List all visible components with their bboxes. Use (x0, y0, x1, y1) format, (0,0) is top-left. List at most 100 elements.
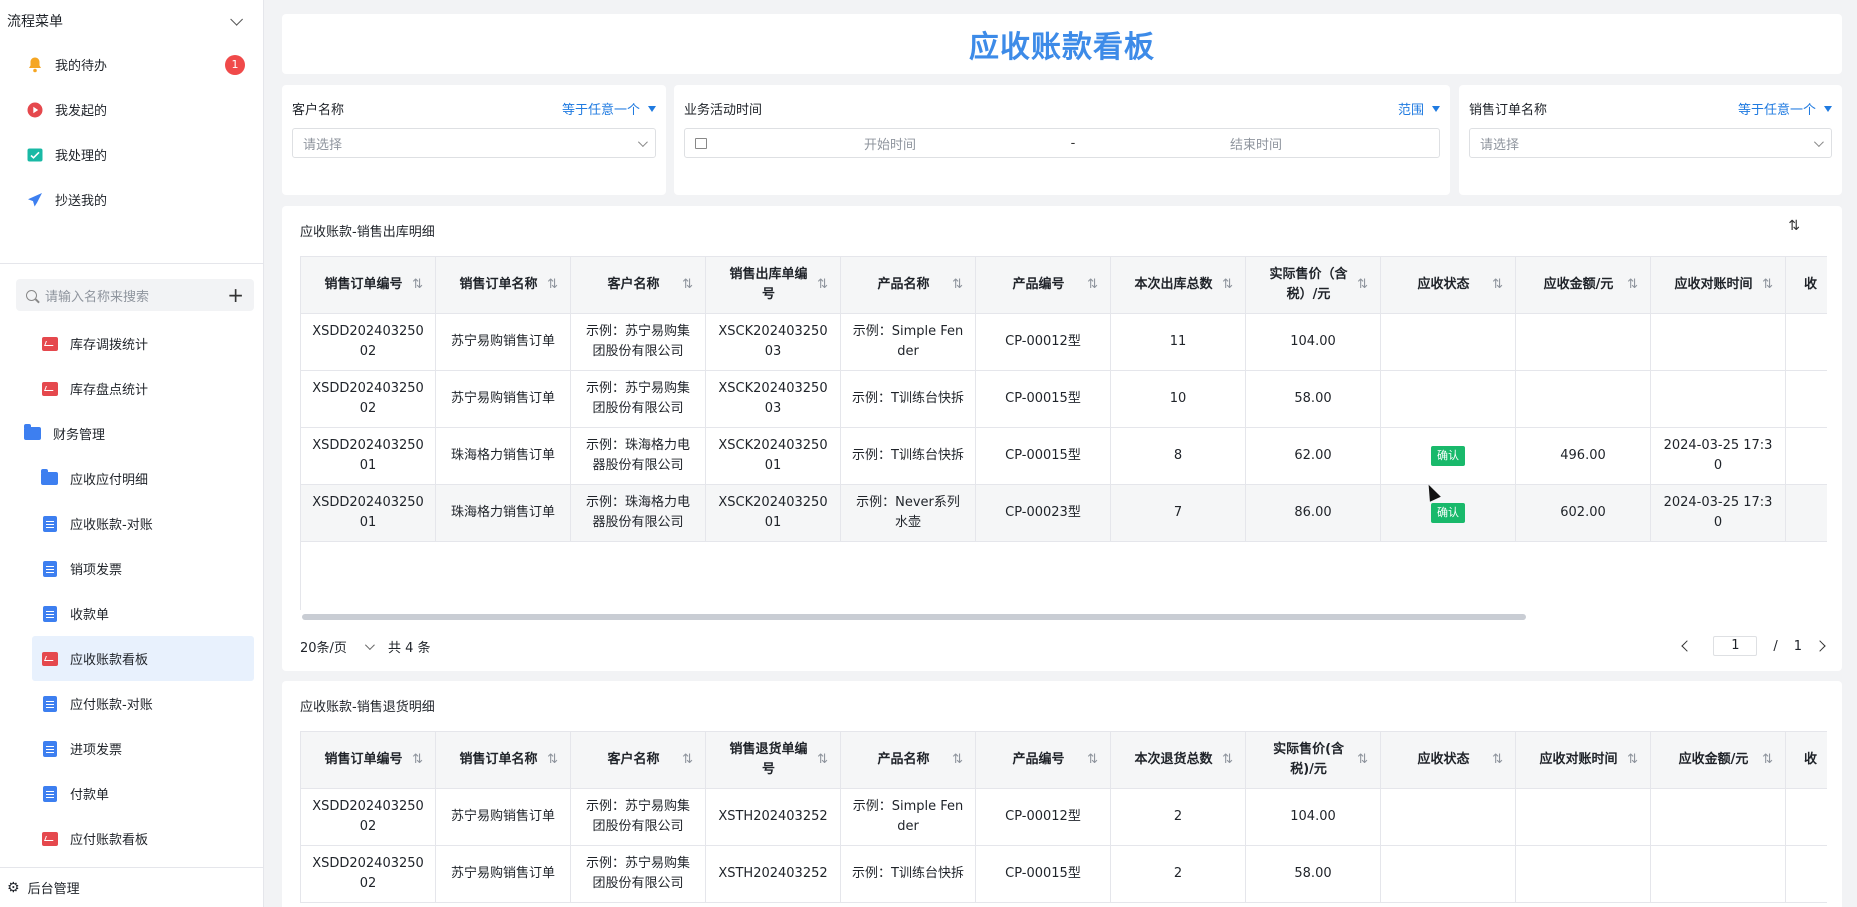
filter-label: 客户名称 (292, 103, 345, 118)
customer-select[interactable]: 请选择 (292, 128, 656, 158)
column-header[interactable]: 产品名称 ⇅ (841, 732, 976, 788)
horizontal-scrollbar[interactable] (302, 614, 1526, 620)
column-header[interactable]: 销售订单名称 ⇅ (436, 732, 571, 788)
column-header[interactable]: 应收金额/元 ⇅ (1516, 257, 1651, 313)
column-header[interactable]: 实际售价(含税)/元 ⇅ (1246, 732, 1381, 788)
column-header[interactable]: 产品编号 ⇅ (976, 257, 1111, 313)
menu-item-ap-reconcile[interactable]: 应付账款-对账 (32, 681, 254, 726)
flow-menu-header[interactable]: 流程菜单 (0, 0, 263, 42)
vertical-scrollbar[interactable] (1845, 0, 1857, 907)
menu-item-ar-reconcile[interactable]: 应收账款-对账 (32, 501, 254, 546)
folder-icon (41, 469, 58, 487)
send-icon (26, 191, 43, 208)
table-cell: 示例：苏宁易购集团股份有限公司 (571, 789, 706, 845)
title-panel: 应收账款看板 (282, 14, 1842, 74)
column-header[interactable]: 产品名称 ⇅ (841, 257, 976, 313)
column-header[interactable]: 实际售价（含税）/元 ⇅ (1246, 257, 1381, 313)
menu-item-inventory-count[interactable]: 库存盘点统计 (32, 366, 254, 411)
column-header[interactable]: 客户名称 ⇅ (571, 257, 706, 313)
sort-icon[interactable]: ⇅ (1788, 218, 1800, 234)
column-header[interactable]: 销售出库单编号 ⇅ (706, 257, 841, 313)
menu-search-input[interactable]: 请输入名称来搜索 (45, 286, 227, 305)
menu-item-input-invoice[interactable]: 进项发票 (32, 726, 254, 771)
document-icon (41, 695, 58, 712)
filter-operator[interactable]: 等于任意一个 (562, 99, 656, 118)
sort-icon: ⇅ (1222, 752, 1233, 767)
column-header[interactable]: 应收对账时间 ⇅ (1651, 257, 1786, 313)
start-date-input[interactable]: 开始时间 (717, 134, 1063, 153)
column-header[interactable]: 收 (1786, 257, 1827, 313)
table-cell (1786, 314, 1827, 370)
table-row[interactable]: XSDD20240325002 苏宁易购销售订单 示例：苏宁易购集团股份有限公司 XS… (301, 846, 1827, 903)
menu-item-receipt[interactable]: 收款单 (32, 591, 254, 636)
table-cell (1651, 314, 1786, 370)
end-date-input[interactable]: 结束时间 (1083, 134, 1429, 153)
menu-item-ar-dashboard[interactable]: 应收账款看板 (32, 636, 254, 681)
prev-page-icon[interactable] (1681, 640, 1693, 652)
select-placeholder: 请选择 (303, 137, 343, 153)
table-cell: 2024-03-25 17:30 (1651, 485, 1786, 541)
flow-item-todo[interactable]: 我的待办 1 (0, 42, 263, 87)
chevron-down-icon[interactable] (230, 12, 243, 26)
table-cell (1786, 428, 1827, 484)
column-header[interactable]: 应收对账时间 ⇅ (1516, 732, 1651, 788)
menu-item-payment[interactable]: 付款单 (32, 771, 254, 816)
column-header[interactable]: 收 (1786, 732, 1827, 788)
menu-item-label: 付款单 (70, 788, 110, 803)
flow-item-cc[interactable]: 抄送我的 (0, 177, 263, 222)
column-header[interactable]: 产品编号 ⇅ (976, 732, 1111, 788)
menu-item-output-invoice[interactable]: 销项发票 (32, 546, 254, 591)
column-header[interactable]: 销售订单名称 ⇅ (436, 257, 571, 313)
flow-item-processed[interactable]: 我处理的 (0, 132, 263, 177)
column-header[interactable]: 销售退货单编号 ⇅ (706, 732, 841, 788)
pagination: 20条/页 共 4 条 1 / 1 (300, 631, 1826, 661)
column-header[interactable]: 本次出库总数 ⇅ (1111, 257, 1246, 313)
menu-search[interactable]: 请输入名称来搜索 + (16, 279, 254, 311)
chevron-down-icon (364, 639, 375, 650)
column-header[interactable]: 客户名称 ⇅ (571, 732, 706, 788)
report-icon (41, 335, 58, 352)
table-row[interactable]: XSDD20240325001 珠海格力销售订单 示例：珠海格力电器股份有限公司 XS… (301, 428, 1827, 485)
filter-operator[interactable]: 范围 (1398, 99, 1440, 118)
column-header[interactable]: 应收状态 ⇅ (1381, 732, 1516, 788)
column-header[interactable]: 本次退货总数 ⇅ (1111, 732, 1246, 788)
table-cell: CP-00015型 (976, 846, 1111, 902)
table-cell: 104.00 (1246, 314, 1381, 370)
filter-label: 业务活动时间 (684, 103, 763, 118)
column-header[interactable]: 应收状态 ⇅ (1381, 257, 1516, 313)
page-size-select[interactable]: 20条/页 (300, 637, 375, 656)
column-header[interactable]: 销售订单编号 ⇅ (301, 257, 436, 313)
filter-sales-order: 销售订单名称 等于任意一个 请选择 (1459, 85, 1842, 195)
table-cell: 确认 (1381, 428, 1516, 484)
add-icon[interactable]: + (227, 285, 244, 305)
table-cell: 示例：Simple Fender (841, 314, 976, 370)
table-row[interactable]: XSDD20240325002 苏宁易购销售订单 示例：苏宁易购集团股份有限公司 XS… (301, 371, 1827, 428)
menu-item-inventory-transfer[interactable]: 库存调拨统计 (32, 321, 254, 366)
table-row[interactable]: XSDD20240325002 苏宁易购销售订单 示例：苏宁易购集团股份有限公司 XS… (301, 789, 1827, 846)
filter-customer: 客户名称 等于任意一个 请选择 (282, 85, 666, 195)
date-range-picker[interactable]: 开始时间 - 结束时间 (684, 128, 1440, 158)
sort-icon: ⇅ (1357, 752, 1368, 767)
table-row[interactable]: XSDD20240325002 苏宁易购销售订单 示例：苏宁易购集团股份有限公司 XS… (301, 314, 1827, 371)
page-number-input[interactable]: 1 (1713, 636, 1758, 656)
sort-icon: ⇅ (412, 277, 423, 292)
caret-down-icon (648, 105, 656, 112)
menu-group-finance[interactable]: 财务管理 (0, 411, 254, 456)
menu-item-ap-dashboard[interactable]: 应付账款看板 (32, 816, 254, 861)
table-cell (1381, 371, 1516, 427)
return-detail-panel: 应收账款-销售退货明细 销售订单编号 ⇅ 销售订单名称 ⇅ 客户名称 ⇅ 销售退货单编… (282, 681, 1842, 907)
menu-item-ar-ap-detail[interactable]: 应收应付明细 (32, 456, 254, 501)
table-row[interactable]: XSDD20240325001 珠海格力销售订单 示例：珠海格力电器股份有限公司 XS… (301, 485, 1827, 542)
table-header: 销售订单编号 ⇅ 销售订单名称 ⇅ 客户名称 ⇅ 销售出库单编号 ⇅ 产品名称 ⇅ 产品编… (301, 257, 1827, 314)
column-header[interactable]: 应收金额/元 ⇅ (1651, 732, 1786, 788)
admin-label: 后台管理 (27, 882, 80, 897)
flow-item-initiated[interactable]: 我发起的 (0, 87, 263, 132)
total-pages: 1 (1793, 638, 1802, 654)
next-page-icon[interactable] (1814, 640, 1826, 652)
filter-operator[interactable]: 等于任意一个 (1738, 99, 1832, 118)
table-cell (1786, 846, 1827, 902)
sales-order-select[interactable]: 请选择 (1469, 128, 1832, 158)
admin-link[interactable]: ⚙ 后台管理 (0, 867, 263, 907)
column-header[interactable]: 销售订单编号 ⇅ (301, 732, 436, 788)
table-cell (1381, 314, 1516, 370)
